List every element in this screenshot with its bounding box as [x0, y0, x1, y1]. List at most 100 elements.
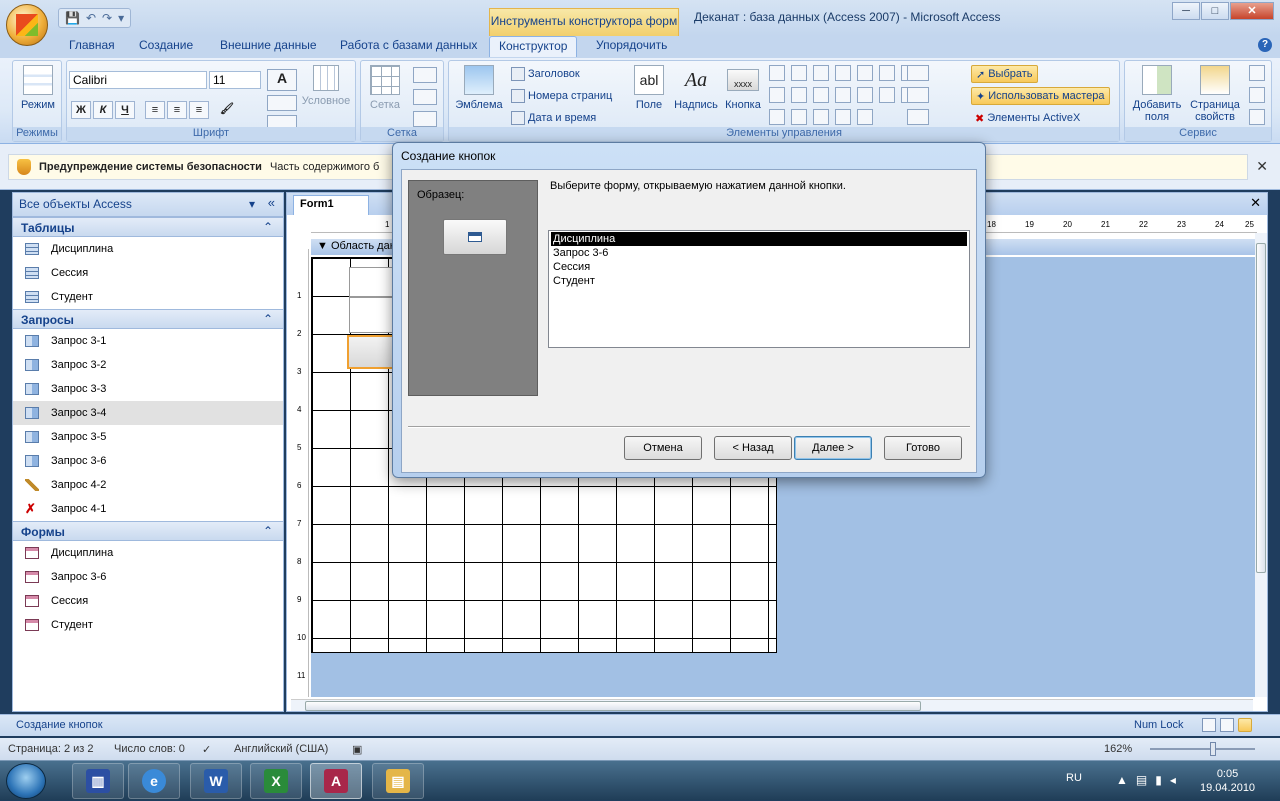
- vertical-scrollbar[interactable]: [1255, 233, 1267, 697]
- qat-more-icon[interactable]: ▾: [118, 11, 124, 25]
- cancel-button[interactable]: Отмена: [624, 436, 702, 460]
- bold-button[interactable]: Ж: [71, 101, 91, 119]
- unbound-frame-icon[interactable]: [835, 87, 851, 103]
- line-type-icon[interactable]: [907, 87, 929, 103]
- conditional-format-button[interactable]: Условное: [301, 65, 351, 107]
- taskbar-library[interactable]: ▥: [72, 763, 124, 799]
- paperclip-icon[interactable]: [857, 109, 873, 125]
- nav-item-table[interactable]: Сессия: [13, 261, 283, 285]
- check-box-icon[interactable]: [791, 87, 807, 103]
- line-icon[interactable]: [791, 65, 807, 81]
- tab-arrange[interactable]: Упорядочить: [596, 38, 667, 52]
- macro-record-icon[interactable]: ▣: [352, 743, 362, 756]
- rectangle-icon[interactable]: [813, 65, 829, 81]
- nav-item-form[interactable]: Сессия: [13, 589, 283, 613]
- grid-line-style-icon[interactable]: [413, 67, 437, 83]
- next-button[interactable]: Далее >: [794, 436, 872, 460]
- tab-design[interactable]: Конструктор: [489, 36, 578, 57]
- tab-external-data[interactable]: Внешние данные: [220, 38, 317, 52]
- add-fields-button[interactable]: Добавить поля: [1129, 65, 1185, 123]
- combo-box-icon[interactable]: [857, 65, 873, 81]
- nav-item-table[interactable]: Дисциплина: [13, 237, 283, 261]
- grid-line-width-icon[interactable]: [413, 89, 437, 105]
- collapse-pane-icon[interactable]: «: [268, 195, 275, 210]
- word-count[interactable]: Число слов: 0: [114, 743, 185, 755]
- macro-icon[interactable]: [1249, 109, 1265, 125]
- close-button[interactable]: ✕: [1230, 2, 1274, 20]
- title-button[interactable]: Заголовок: [511, 65, 580, 83]
- line-thickness-icon[interactable]: [907, 65, 929, 81]
- nav-item-form[interactable]: Студент: [13, 613, 283, 637]
- redo-icon[interactable]: ↷: [102, 11, 112, 25]
- chevron-down-icon[interactable]: ▾: [249, 197, 255, 211]
- underline-button[interactable]: Ч: [115, 101, 135, 119]
- image-icon[interactable]: [769, 109, 785, 125]
- tab-order-icon[interactable]: [1249, 65, 1265, 81]
- chart-icon[interactable]: [835, 65, 851, 81]
- tab-control-icon[interactable]: [769, 65, 785, 81]
- save-icon[interactable]: 💾: [65, 11, 80, 25]
- taskbar-access[interactable]: A: [310, 763, 362, 799]
- clock[interactable]: 0:05 19.04.2010: [1200, 767, 1255, 795]
- nav-item-query[interactable]: Запрос 3-2: [13, 353, 283, 377]
- maximize-button[interactable]: □: [1201, 2, 1229, 20]
- zoom-level[interactable]: 162%: [1104, 743, 1132, 755]
- font-color-icon[interactable]: A: [267, 69, 297, 91]
- scroll-thumb[interactable]: [305, 701, 921, 711]
- page-count[interactable]: Страница: 2 из 2: [8, 743, 94, 755]
- list-item[interactable]: Сессия: [549, 260, 969, 274]
- taskbar-explorer[interactable]: ▤: [372, 763, 424, 799]
- taskbar-excel[interactable]: X: [250, 763, 302, 799]
- nav-item-query[interactable]: Запрос 3-1: [13, 329, 283, 353]
- select-button[interactable]: ➚ Выбрать: [971, 65, 1038, 83]
- button-control-button[interactable]: xxxx Кнопка: [721, 65, 765, 111]
- field-button[interactable]: abl Поле: [629, 65, 669, 111]
- align-right-icon[interactable]: ≡: [189, 101, 209, 119]
- list-item[interactable]: Студент: [549, 274, 969, 288]
- view-mode-button[interactable]: Режим: [17, 65, 59, 111]
- date-time-button[interactable]: Дата и время: [511, 109, 596, 127]
- taskbar-internet-explorer[interactable]: e: [128, 763, 180, 799]
- line-color-icon[interactable]: [907, 109, 929, 125]
- align-center-icon[interactable]: ≡: [167, 101, 187, 119]
- taskbar-word[interactable]: W: [190, 763, 242, 799]
- undo-icon[interactable]: ↶: [86, 11, 96, 25]
- message-bar-close-icon[interactable]: ✕: [1256, 158, 1268, 175]
- spelling-icon[interactable]: ✓: [202, 743, 211, 756]
- nav-item-form[interactable]: Запрос 3-6: [13, 565, 283, 589]
- form-list[interactable]: Дисциплина Запрос 3-6 Сессия Студент: [548, 230, 970, 348]
- start-button[interactable]: [6, 763, 46, 799]
- tab-home[interactable]: Главная: [69, 38, 115, 52]
- language-indicator[interactable]: RU: [1066, 772, 1082, 784]
- tab-create[interactable]: Создание: [139, 38, 193, 52]
- use-wizards-button[interactable]: ✦ Использовать мастера: [971, 87, 1110, 105]
- nav-item-query-selected[interactable]: Запрос 3-4: [13, 401, 283, 425]
- horizontal-scrollbar[interactable]: [291, 699, 1253, 711]
- grid-line-color-icon[interactable]: [413, 111, 437, 127]
- italic-button[interactable]: К: [93, 101, 113, 119]
- activex-button[interactable]: ✖ Элементы ActiveX: [975, 109, 1080, 127]
- nav-item-query[interactable]: ✗ Запрос 4-1: [13, 497, 283, 521]
- tab-form1[interactable]: Form1: [293, 195, 369, 215]
- language[interactable]: Английский (США): [234, 743, 328, 755]
- finish-button[interactable]: Готово: [884, 436, 962, 460]
- option-button-icon[interactable]: [791, 109, 807, 125]
- fill-color-icon[interactable]: [267, 95, 297, 111]
- tray-icons[interactable]: ▲▤▮◂: [1116, 773, 1184, 787]
- nav-item-query[interactable]: Запрос 3-6: [13, 449, 283, 473]
- format-painter-icon[interactable]: 🖌: [217, 101, 237, 119]
- attachment-icon[interactable]: [813, 109, 829, 125]
- list-item[interactable]: Запрос 3-6: [549, 246, 969, 260]
- option-group-icon[interactable]: [769, 87, 785, 103]
- font-family-combo[interactable]: Calibri: [69, 71, 207, 89]
- layout-view-icon[interactable]: [1220, 718, 1234, 732]
- nav-header[interactable]: Все объекты Access ▾ «: [13, 193, 283, 217]
- selected-command-button[interactable]: [347, 335, 395, 369]
- bound-frame-icon[interactable]: [857, 87, 873, 103]
- label-button[interactable]: Aa Надпись: [671, 65, 721, 111]
- insert-chart-icon[interactable]: [835, 109, 851, 125]
- list-item-selected[interactable]: Дисциплина: [551, 232, 967, 246]
- nav-section-queries[interactable]: Запросы ⌃: [13, 309, 283, 329]
- font-size-combo[interactable]: 11: [209, 71, 261, 89]
- scroll-thumb[interactable]: [1256, 243, 1266, 573]
